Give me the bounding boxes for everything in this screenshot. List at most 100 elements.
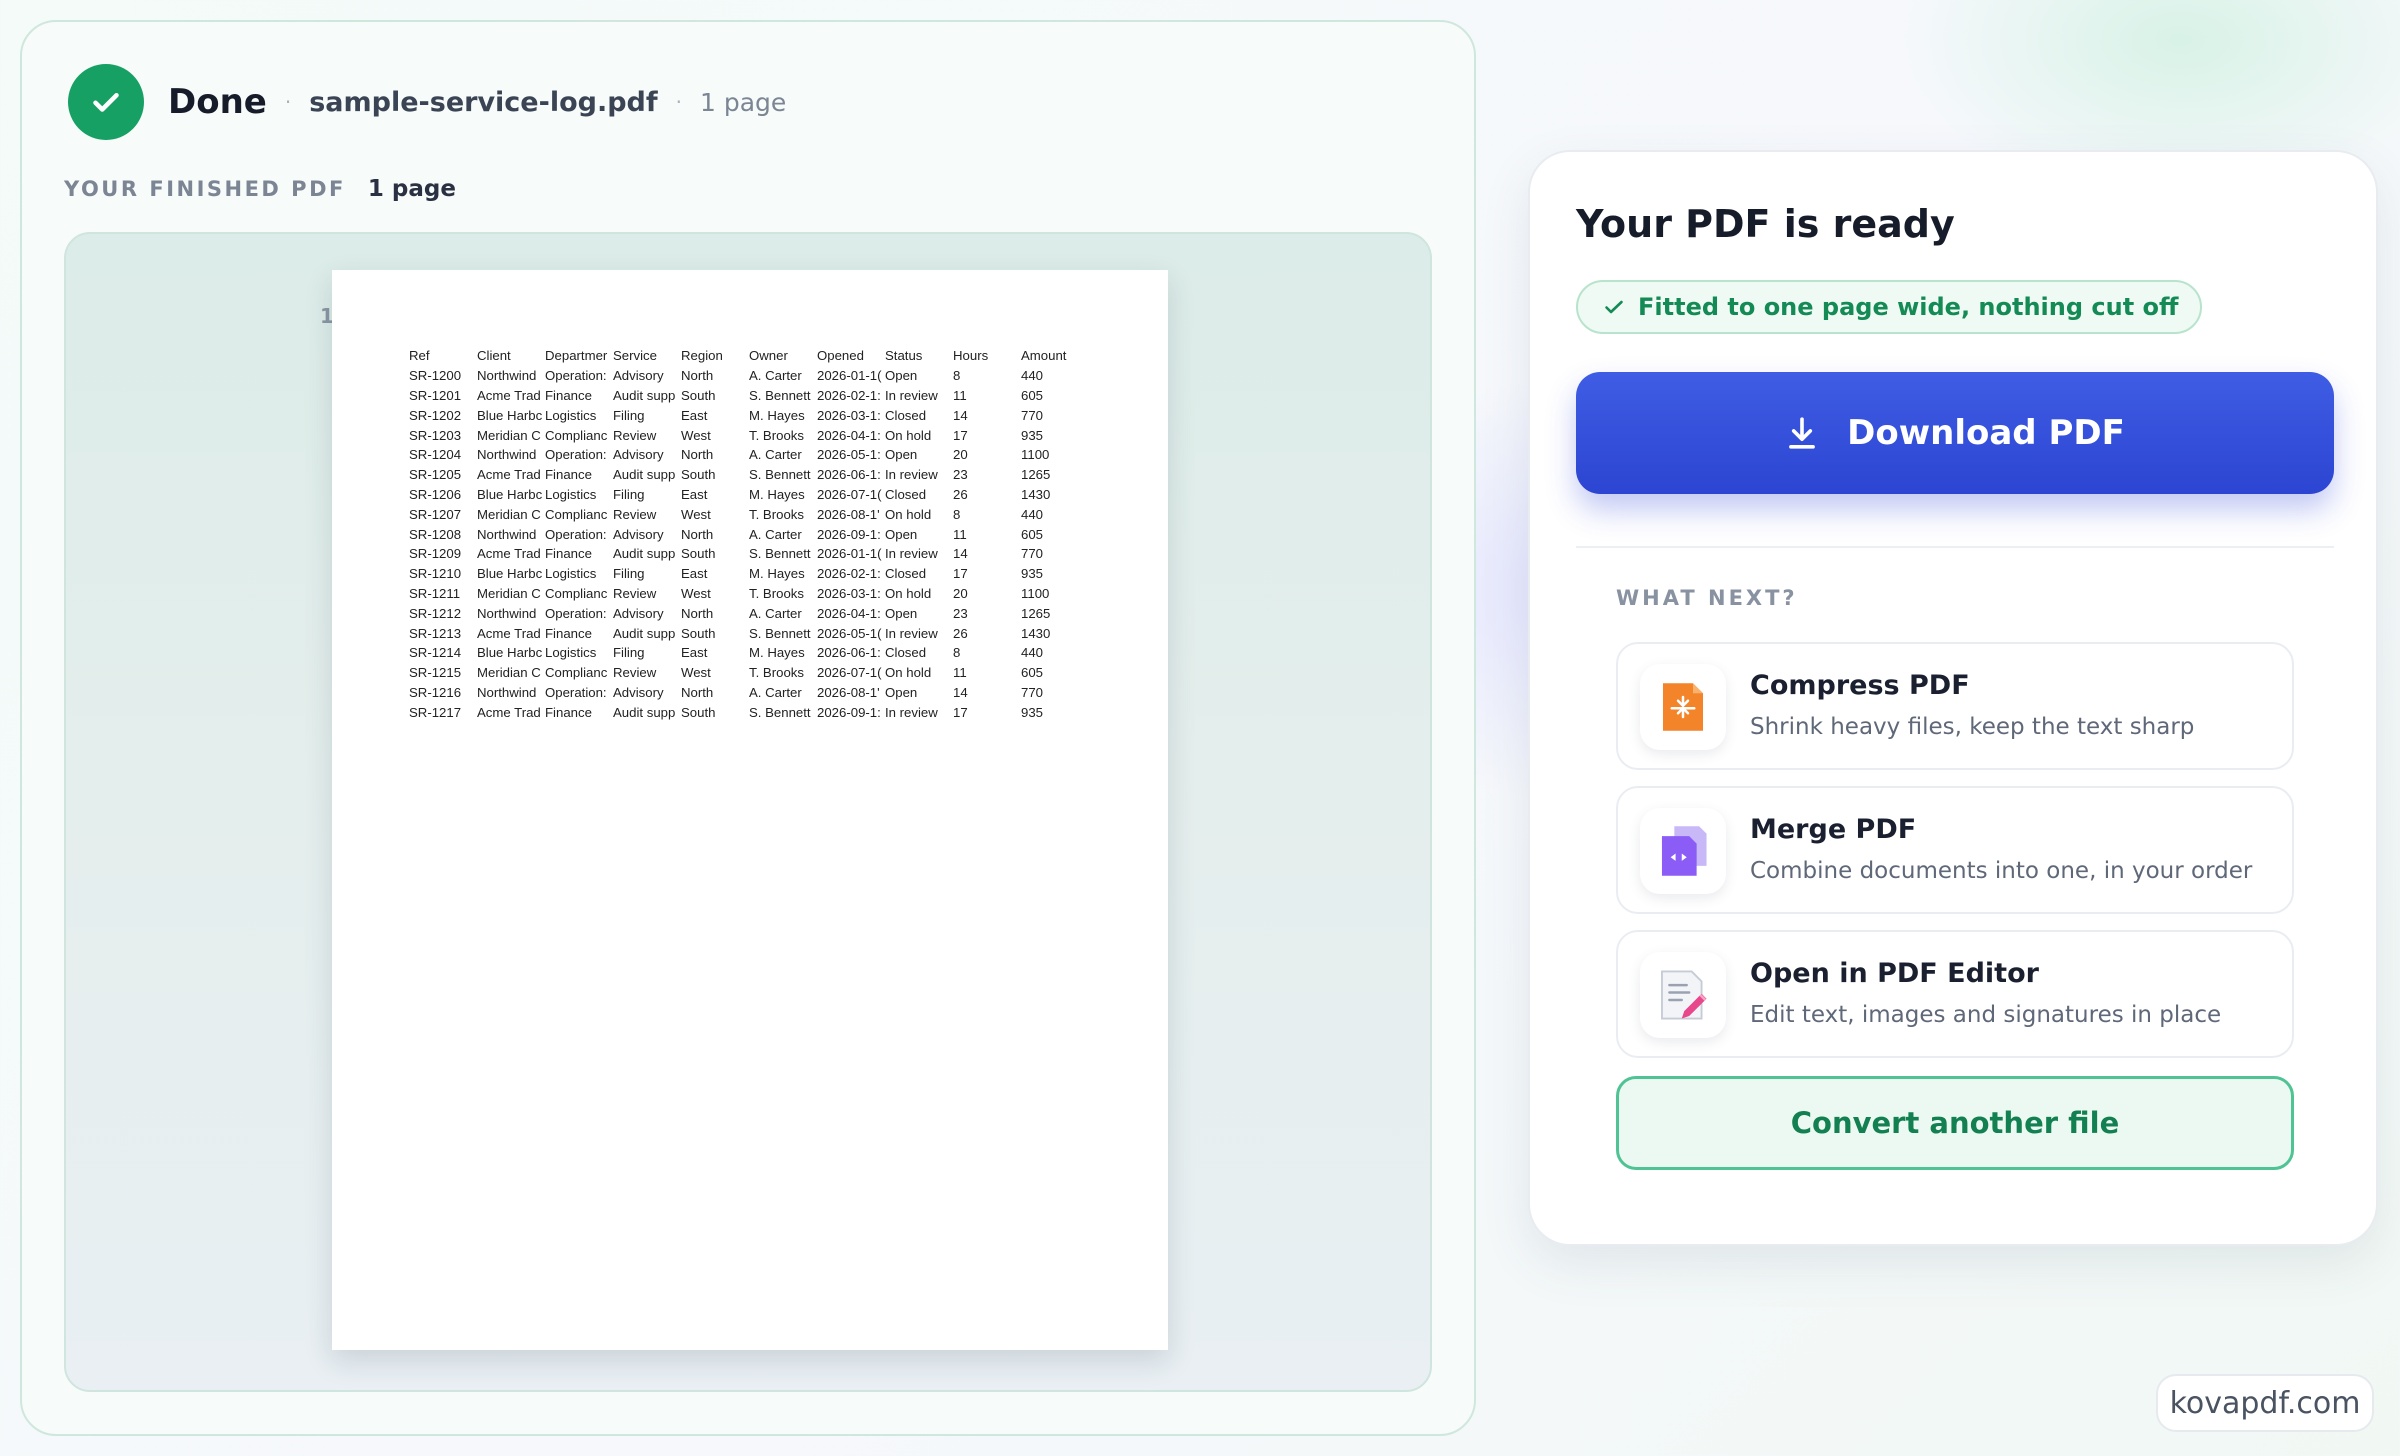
table-cell: Meridian C [477, 506, 541, 522]
table-cell: SR-1215 [409, 665, 462, 681]
table-cell: S. Bennett [749, 546, 811, 562]
table-cell: Operation: [545, 605, 607, 621]
table-cell: West [681, 427, 711, 443]
table-cell: A. Carter [749, 368, 802, 384]
table-cell: SR-1205 [409, 467, 462, 483]
table-cell: SR-1209 [409, 546, 462, 562]
merge-pdf-option[interactable]: Merge PDF Combine documents into one, in… [1616, 786, 2294, 914]
table-cell: Meridian C [477, 665, 541, 681]
table-cell: Advisory [613, 368, 664, 384]
table-cell: 2026-07-1( [817, 665, 882, 681]
table-cell: Finance [545, 625, 592, 641]
table-cell: 2026-03-1: [817, 407, 881, 423]
table-cell: M. Hayes [749, 566, 805, 582]
table-cell: Northwind [477, 447, 537, 463]
table-row: SR-1208 Northwind Operation: Advisory North A… [409, 524, 1089, 544]
table-cell: Closed [885, 407, 927, 423]
table-cell: 935 [1021, 427, 1044, 443]
pdf-editor-option[interactable]: Open in PDF Editor Edit text, images and… [1616, 930, 2294, 1058]
table-cell: SR-1208 [409, 526, 462, 542]
table-cell: SR-1212 [409, 605, 462, 621]
table-cell: 14 [953, 684, 968, 700]
table-cell: SR-1210 [409, 566, 462, 582]
table-cell: South [681, 546, 716, 562]
table-cell: A. Carter [749, 526, 802, 542]
table-cell: North [681, 684, 714, 700]
table-cell: Advisory [613, 447, 664, 463]
table-row: SR-1209 Acme Trad Finance Audit supp South S.… [409, 544, 1089, 564]
table-cell: Blue Harbc [477, 645, 543, 661]
table-cell: S. Bennett [749, 625, 811, 641]
table-cell: 1430 [1021, 486, 1051, 502]
table-cell: 2026-02-1: [817, 387, 881, 403]
pdf-page-thumbnail[interactable]: Ref Client Departmer Service Region Owner Open… [332, 270, 1168, 1350]
table-row: SR-1201 Acme Trad Finance Audit supp South S.… [409, 386, 1089, 406]
table-cell: Advisory [613, 605, 664, 621]
table-cell: Acme Trad [477, 467, 541, 483]
table-cell: 935 [1021, 566, 1044, 582]
table-cell: 8 [953, 506, 961, 522]
table-cell: 2026-02-1: [817, 566, 881, 582]
table-cell: 26 [953, 486, 968, 502]
table-cell: South [681, 387, 716, 403]
table-row: SR-1204 Northwind Operation: Advisory North A… [409, 445, 1089, 465]
table-cell: Meridian C [477, 585, 541, 601]
check-icon [1605, 300, 1623, 314]
table-header-cell: Departmer [545, 348, 608, 364]
table-cell: Finance [545, 704, 592, 720]
result-panel: Done · sample-service-log.pdf · 1 page Y… [20, 20, 1476, 1436]
table-cell: 2026-09-1: [817, 526, 881, 542]
table-cell: North [681, 526, 714, 542]
compress-pdf-option[interactable]: Compress PDF Shrink heavy files, keep th… [1616, 642, 2294, 770]
pdf-preview-area[interactable]: 1 Ref Client Departmer Service Region Owner Op… [64, 232, 1432, 1392]
table-cell: M. Hayes [749, 407, 805, 423]
option-title: Compress PDF [1750, 670, 1970, 701]
table-cell: SR-1203 [409, 427, 462, 443]
download-pdf-button[interactable]: Download PDF [1576, 372, 2334, 494]
table-cell: In review [885, 704, 938, 720]
table-cell: Blue Harbc [477, 486, 543, 502]
success-check-icon [68, 64, 144, 140]
table-cell: Filing [613, 486, 645, 502]
table-cell: West [681, 585, 711, 601]
table-cell: SR-1201 [409, 387, 462, 403]
table-cell: Blue Harbc [477, 566, 543, 582]
table-row: SR-1203 Meridian C Complianc Review West T. B… [409, 425, 1089, 445]
table-cell: 2026-06-1: [817, 467, 881, 483]
table-cell: 23 [953, 467, 968, 483]
table-cell: 26 [953, 625, 968, 641]
table-cell: Acme Trad [477, 546, 541, 562]
table-row: SR-1212 Northwind Operation: Advisory North A… [409, 603, 1089, 623]
table-cell: On hold [885, 506, 932, 522]
compress-icon [1640, 664, 1726, 750]
divider [1576, 546, 2334, 548]
brand-logo[interactable]: kovapdf.com [2156, 1374, 2374, 1432]
table-cell: 1265 [1021, 605, 1051, 621]
table-cell: Open [885, 605, 918, 621]
table-cell: Review [613, 665, 657, 681]
table-row: SR-1216 Northwind Operation: Advisory North A… [409, 683, 1089, 703]
table-cell: Review [613, 506, 657, 522]
table-row: SR-1211 Meridian C Complianc Review West T. B… [409, 584, 1089, 604]
table-cell: 11 [953, 526, 967, 542]
convert-another-file-button[interactable]: Convert another file [1616, 1076, 2294, 1170]
table-cell: Complianc [545, 665, 608, 681]
table-cell: S. Bennett [749, 704, 811, 720]
table-cell: Closed [885, 566, 927, 582]
table-cell: SR-1211 [409, 585, 461, 601]
table-header-cell: Opened [817, 348, 864, 364]
table-cell: 11 [953, 665, 967, 681]
table-cell: Open [885, 447, 918, 463]
table-cell: Acme Trad [477, 704, 541, 720]
table-cell: Review [613, 585, 657, 601]
table-cell: T. Brooks [749, 506, 804, 522]
table-cell: Logistics [545, 407, 597, 423]
option-description: Shrink heavy files, keep the text sharp [1750, 714, 2195, 740]
table-row: SR-1217 Acme Trad Finance Audit supp South S.… [409, 702, 1089, 722]
option-description: Combine documents into one, in your orde… [1750, 858, 2253, 884]
table-cell: T. Brooks [749, 585, 804, 601]
table-cell: 2026-01-1( [817, 368, 882, 384]
table-cell: SR-1217 [409, 704, 462, 720]
ready-card: Your PDF is ready Fitted to one page wid… [1528, 150, 2378, 1246]
table-cell: On hold [885, 665, 932, 681]
